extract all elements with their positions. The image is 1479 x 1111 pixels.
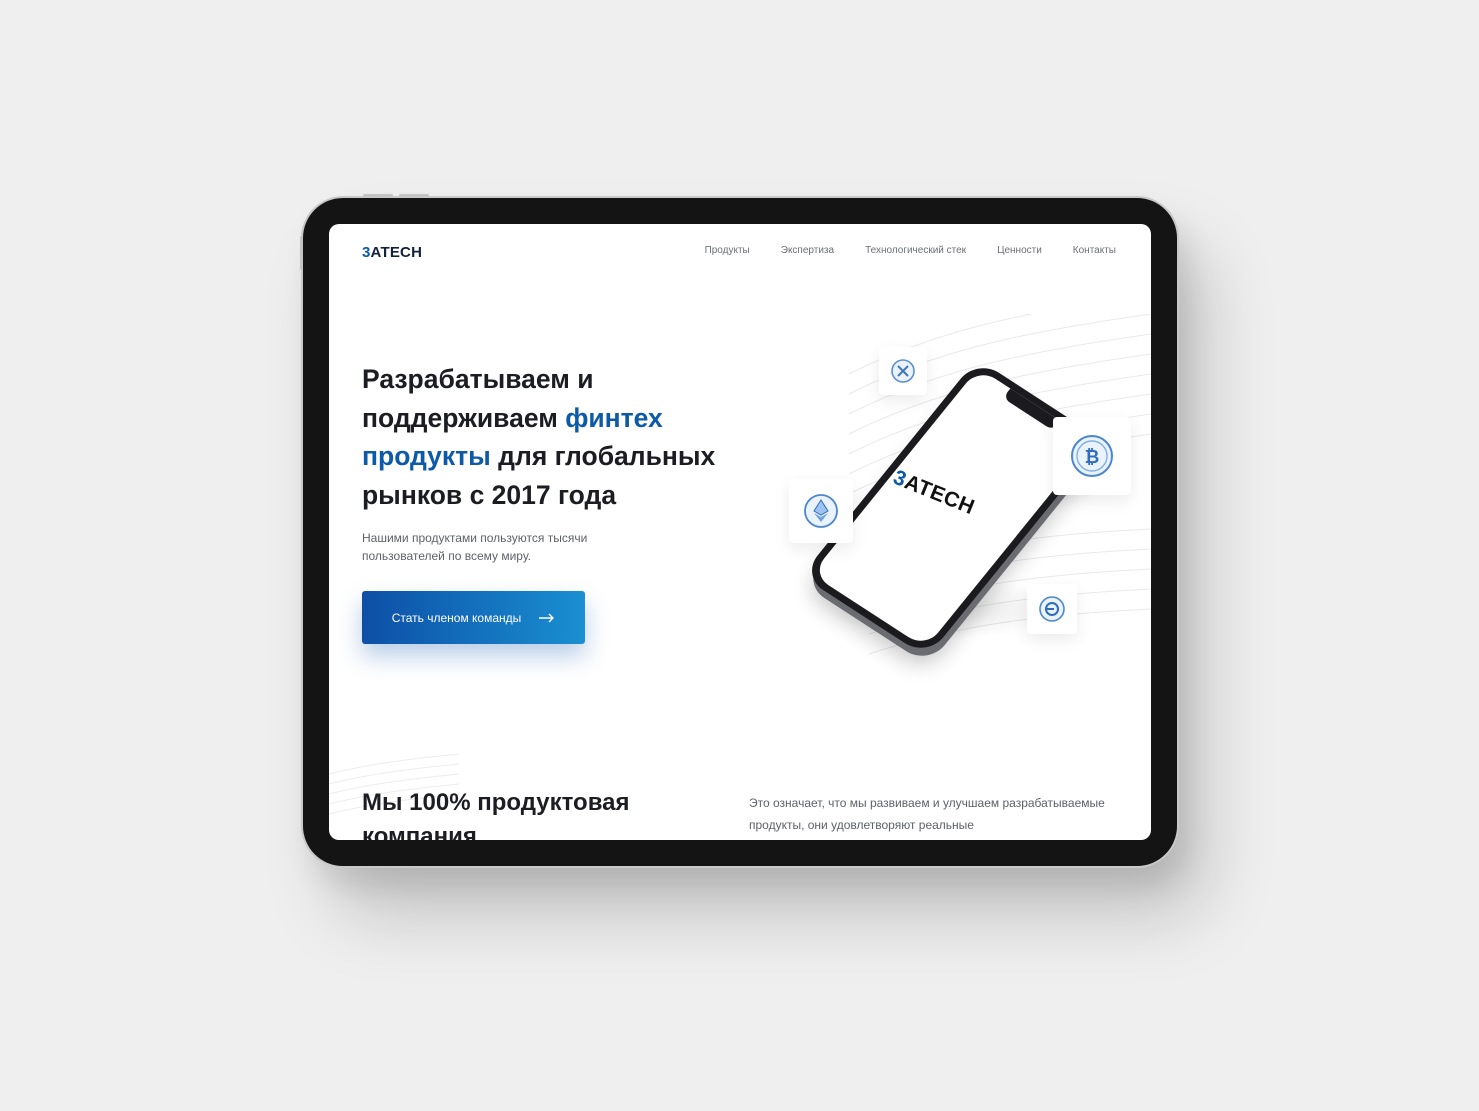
phone-notch (1002, 388, 1061, 431)
coin-card-xrp (879, 347, 927, 395)
arrow-right-icon (539, 613, 555, 622)
hero-subtitle: Нашими продуктами пользуются тысячи поль… (362, 531, 588, 563)
dash-icon (1039, 596, 1065, 622)
tablet-frame: 3ATECH Продукты Экспертиза Технологическ… (300, 194, 1177, 866)
site-logo[interactable]: 3ATECH (362, 244, 422, 261)
join-team-button[interactable]: Стать членом команды (362, 591, 585, 644)
nav-tech-stack[interactable]: Технологический стек (865, 245, 966, 256)
coin-card-bitcoin: ₿ (1053, 417, 1131, 495)
website-screen: 3ATECH Продукты Экспертиза Технологическ… (329, 224, 1151, 840)
main-nav: Продукты Экспертиза Технологический стек… (705, 245, 1116, 256)
xrp-icon (891, 359, 915, 383)
ethereum-icon (804, 494, 838, 528)
section-title: Мы 100% продуктовая компания (362, 789, 630, 840)
nav-contacts[interactable]: Контакты (1073, 245, 1116, 256)
site-header: 3ATECH Продукты Экспертиза Технологическ… (329, 224, 1151, 280)
coin-card-ethereum (789, 479, 853, 543)
nav-products[interactable]: Продукты (705, 245, 750, 256)
hero-title: Разрабатываем и поддерживаем финтех прод… (362, 364, 716, 510)
coin-card-dash (1027, 584, 1077, 634)
section-text: Это означает, что мы развиваем и улучшае… (749, 796, 1105, 832)
nav-values[interactable]: Ценности (997, 245, 1042, 256)
svg-text:₿: ₿ (1085, 447, 1100, 468)
join-team-label: Стать членом команды (391, 610, 522, 625)
tablet-top-button (363, 194, 393, 197)
bitcoin-icon: ₿ (1071, 435, 1113, 477)
tablet-top-button (399, 194, 429, 197)
tablet-side-button (300, 236, 303, 270)
nav-expertise[interactable]: Экспертиза (781, 245, 834, 256)
